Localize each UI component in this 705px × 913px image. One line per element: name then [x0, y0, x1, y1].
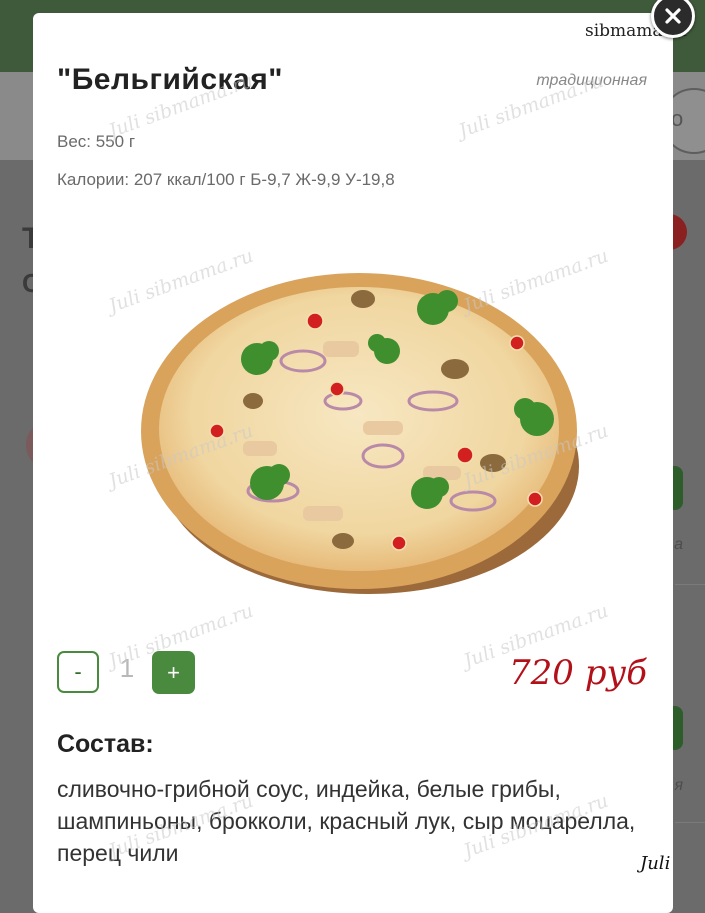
decrease-quantity-button[interactable]: -: [57, 651, 99, 693]
product-price: 720 руб: [509, 653, 647, 693]
quantity-value[interactable]: 1: [109, 653, 145, 684]
background-text-fragment: a: [674, 536, 683, 553]
signature-watermark: Juli: [640, 853, 671, 874]
composition-text: сливочно-грибной соус, индейка, белые гр…: [57, 776, 636, 866]
pizza-image: [133, 251, 593, 611]
background-divider: [675, 822, 705, 823]
close-icon: [665, 8, 681, 24]
increase-quantity-button[interactable]: +: [152, 651, 195, 694]
product-variant: традиционная: [536, 72, 647, 89]
background-text-fragment: я: [674, 777, 683, 794]
product-title: "Бельгийская": [57, 63, 283, 96]
composition-heading: Состав:: [57, 730, 154, 758]
product-modal: "Бельгийская" традиционная Вес: 550 г Ка…: [33, 13, 673, 913]
background-divider: [675, 584, 705, 585]
product-calories: Калории: 207 ккал/100 г Б-9,7 Ж-9,9 У-19…: [57, 170, 395, 189]
product-weight: Вес: 550 г: [57, 132, 136, 151]
